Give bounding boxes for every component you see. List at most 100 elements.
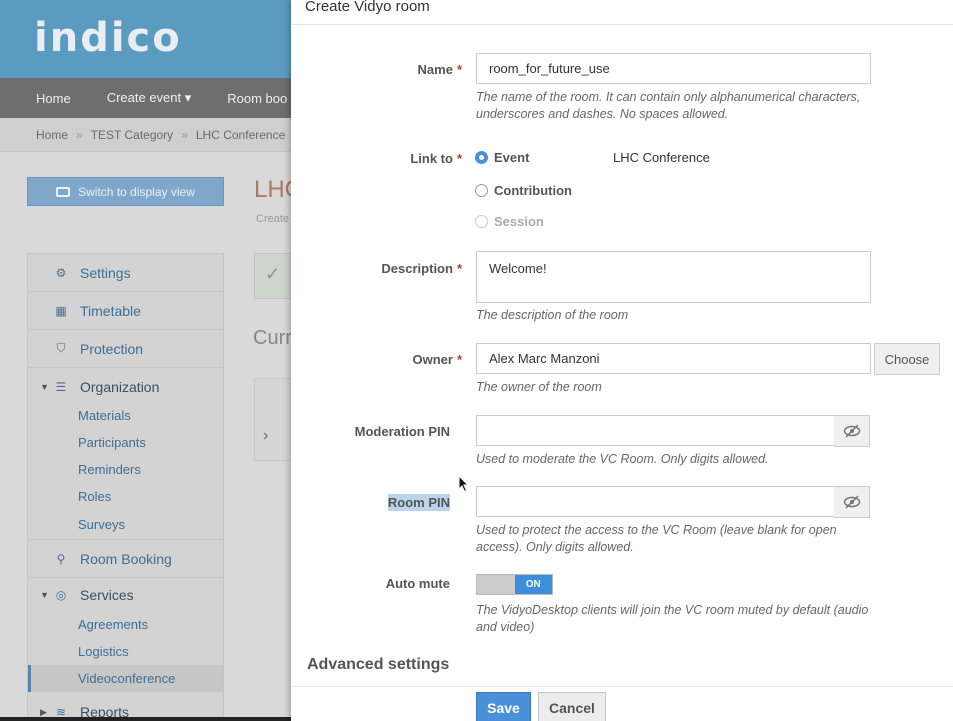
broadcast-icon: ◎: [55, 588, 67, 602]
room-pin-hint: Used to protect the access to the VC Roo…: [476, 523, 837, 554]
sidebar-item-services[interactable]: ▼ ◎ Services: [28, 576, 223, 614]
auto-mute-toggle[interactable]: ON: [476, 574, 553, 595]
switch-display-view-label: Switch to display view: [78, 184, 195, 199]
toggle-on-side: ON: [514, 575, 552, 594]
required-marker: *: [456, 261, 462, 276]
link-to-label-text: Link to: [410, 151, 453, 166]
current-section-heading: Curr: [253, 327, 292, 349]
description-label-text: Description: [381, 261, 453, 276]
sidebar-item-participants[interactable]: Participants: [28, 429, 223, 456]
sidebar-item-roles[interactable]: Roles: [28, 483, 223, 510]
owner-hint: The owner of the room: [476, 380, 602, 394]
name-label: Name *: [418, 62, 462, 77]
sidebar-item-label: Reminders: [78, 462, 141, 477]
chevron-right-icon[interactable]: ›: [263, 427, 268, 445]
description-label: Description *: [381, 261, 462, 276]
breadcrumb-separator: »: [76, 127, 83, 142]
menu-create-event[interactable]: Create event ▾: [89, 90, 210, 106]
advanced-divider: [291, 686, 953, 687]
required-marker: *: [456, 62, 462, 77]
sidebar-item-protection[interactable]: ⛉ Protection: [28, 330, 223, 368]
event-sidebar: ⚙ Settings ▦ Timetable ⛉ Protection ▼ ☰ …: [27, 253, 224, 721]
radio-session-label: Session: [494, 214, 544, 229]
caret-right-icon: ▶: [40, 706, 47, 717]
required-marker: *: [456, 151, 462, 166]
eye-slash-icon: [843, 424, 860, 438]
radio-dot: [475, 215, 488, 228]
moderation-pin-hint: Used to moderate the VC Room. Only digit…: [476, 452, 769, 466]
save-button[interactable]: Save: [476, 692, 531, 721]
room-pin-label: Room PIN: [387, 494, 450, 511]
cancel-button[interactable]: Cancel: [538, 692, 606, 721]
sidebar-item-surveys[interactable]: Surveys: [28, 510, 223, 540]
sidebar-item-label: Roles: [78, 489, 112, 504]
eye-slash-icon: [843, 495, 860, 509]
shield-icon: ⛉: [56, 341, 66, 355]
choose-owner-button[interactable]: Choose: [874, 343, 940, 375]
monitor-icon: [56, 186, 71, 197]
breadcrumb-category[interactable]: TEST Category: [91, 128, 173, 142]
sidebar-item-logistics[interactable]: Logistics: [28, 638, 223, 665]
sidebar-item-label: Protection: [80, 340, 144, 357]
toggle-room-pin-visibility[interactable]: [834, 486, 870, 518]
list-icon: ☰: [55, 380, 67, 394]
toggle-off-side: [477, 575, 515, 594]
moderation-pin-label: Moderation PIN: [354, 424, 450, 439]
vc-room-list: ›: [254, 378, 294, 461]
sidebar-item-materials[interactable]: Materials: [28, 402, 223, 429]
radio-contribution[interactable]: Contribution: [475, 183, 572, 198]
description-hint: The description of the room: [476, 308, 629, 322]
sidebar-item-label: Timetable: [80, 302, 141, 319]
create-vidyo-room-dialog: Create Vidyo room Name * room_for_future_…: [291, 0, 953, 721]
sidebar-item-settings[interactable]: ⚙ Settings: [28, 254, 223, 292]
menu-home[interactable]: Home: [0, 91, 89, 106]
sidebar-item-label: Settings: [80, 264, 131, 281]
room-pin-input[interactable]: [476, 486, 835, 517]
auto-mute-label: Auto mute: [385, 576, 450, 591]
sidebar-item-videoconference[interactable]: Videoconference: [28, 665, 223, 692]
mouse-cursor-icon: [458, 475, 470, 493]
calendar-icon: ▦: [55, 303, 67, 318]
breadcrumb-separator: »: [181, 127, 188, 142]
caret-down-icon: ▼: [40, 382, 49, 392]
sidebar-item-label: Surveys: [78, 517, 125, 532]
sidebar-item-label: Organization: [80, 379, 160, 395]
owner-label: Owner *: [412, 352, 462, 367]
radio-dot: [475, 151, 488, 164]
sidebar-item-label: Participants: [78, 435, 146, 450]
logo-text: indico: [34, 15, 182, 61]
sidebar-item-label: Agreements: [78, 617, 149, 632]
room-pin-label-text: Room PIN: [387, 494, 450, 511]
sidebar-item-room-booking[interactable]: ⚲ Room Booking: [28, 540, 223, 578]
switch-display-view-button[interactable]: Switch to display view: [27, 177, 224, 206]
dialog-divider: [291, 24, 953, 25]
sidebar-item-agreements[interactable]: Agreements: [28, 611, 223, 638]
breadcrumb-home[interactable]: Home: [36, 128, 68, 142]
checkmark-icon: ✓: [265, 264, 281, 284]
name-input[interactable]: room_for_future_use: [476, 53, 871, 84]
breadcrumb-event[interactable]: LHC Conference: [196, 128, 285, 142]
toggle-moderation-pin-visibility[interactable]: [834, 415, 870, 447]
sidebar-item-label: Services: [80, 587, 134, 603]
event-subtitle: Create: [256, 213, 290, 225]
owner-input[interactable]: Alex Marc Manzoni: [476, 343, 871, 374]
sidebar-item-timetable[interactable]: ▦ Timetable: [28, 292, 223, 330]
required-marker: *: [456, 352, 462, 367]
advanced-settings-heading[interactable]: Advanced settings: [307, 656, 449, 674]
radio-event[interactable]: Event: [475, 150, 529, 165]
description-textarea[interactable]: Welcome!: [476, 251, 871, 303]
radio-session: Session: [475, 214, 544, 229]
dialog-title: Create Vidyo room: [305, 0, 430, 15]
success-panel: ✓: [254, 253, 294, 299]
sidebar-item-reminders[interactable]: Reminders: [28, 456, 223, 483]
radio-event-label: Event: [494, 150, 530, 165]
radio-dot: [475, 184, 488, 197]
map-pin-icon: ⚲: [56, 551, 66, 566]
moderation-pin-input[interactable]: [476, 415, 835, 446]
caret-down-icon: ▼: [40, 590, 49, 600]
sidebar-item-label: Logistics: [78, 644, 129, 659]
gear-icon: ⚙: [55, 265, 67, 280]
sidebar-item-organization[interactable]: ▼ ☰ Organization: [28, 368, 223, 406]
name-label-text: Name: [417, 62, 453, 77]
indico-logo[interactable]: indico: [34, 8, 182, 68]
